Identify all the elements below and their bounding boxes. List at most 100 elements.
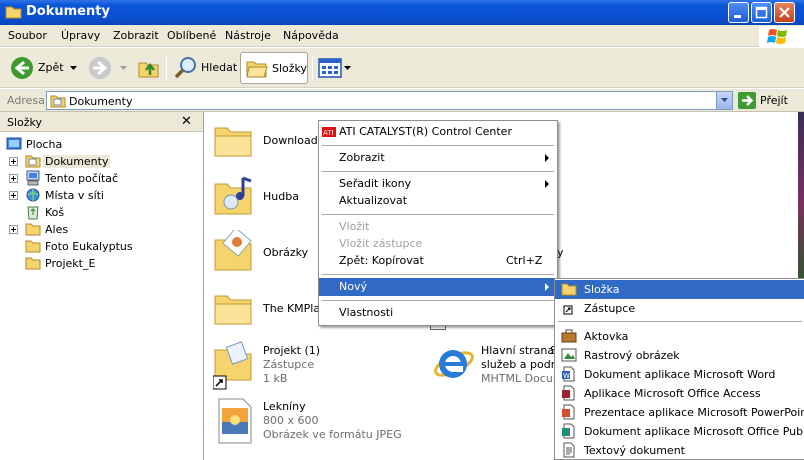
word-document-icon: W xyxy=(562,366,575,382)
tree-item-ales[interactable]: Ales xyxy=(9,221,199,238)
file-item-lekniny[interactable]: Lekníny 800 x 600 Obrázek ve formátu JPE… xyxy=(213,398,453,448)
expand-icon[interactable] xyxy=(9,157,18,166)
menu-item-ati[interactable]: ATI ATI CATALYST(R) Control Center xyxy=(319,123,557,141)
submenu-item-powerpoint[interactable]: Prezentace aplikace Microsoft PowerPoint xyxy=(555,403,804,422)
svg-text:ATI: ATI xyxy=(323,129,334,137)
search-label: Hledat xyxy=(201,61,238,74)
go-button[interactable]: Přejít xyxy=(738,91,800,110)
file-item-hudba[interactable]: Hudba xyxy=(213,174,323,220)
tree-item-tento-pocitac[interactable]: Tento počítač xyxy=(9,170,199,187)
submenu-item-label: Dokument aplikace Microsoft Office Publi… xyxy=(584,425,804,438)
tree-item-kos[interactable]: Koš xyxy=(25,204,195,221)
folder-icon xyxy=(25,223,41,236)
music-folder-icon xyxy=(214,176,252,215)
folders-pane-header: Složky ✕ xyxy=(0,112,203,132)
menu-item-aktualizovat[interactable]: Aktualizovat xyxy=(319,192,557,210)
search-button[interactable]: Hledat xyxy=(172,52,238,84)
folder-icon xyxy=(561,283,577,296)
views-icon xyxy=(318,58,342,78)
tree-item-label: Foto Eukalyptus xyxy=(45,240,133,253)
tree-item-label: Ales xyxy=(45,223,69,236)
menu-item-label: ATI CATALYST(R) Control Center xyxy=(339,125,512,138)
tree-item-label: Místa v síti xyxy=(45,189,104,202)
submenu-item-access[interactable]: Aplikace Microsoft Office Access xyxy=(555,384,804,403)
tree-item-label: Projekt_E xyxy=(45,257,96,270)
folder-icon xyxy=(214,295,252,325)
submenu-item-publisher[interactable]: Dokument aplikace Microsoft Office Publi… xyxy=(555,422,804,441)
ati-icon: ATI xyxy=(322,127,336,137)
submenu-item-textovy-dokument[interactable]: Textový dokument xyxy=(555,441,804,460)
submenu-item-word[interactable]: W Dokument aplikace Microsoft Word xyxy=(555,365,804,384)
menu-separator xyxy=(322,300,554,301)
tree-item-label: Plocha xyxy=(26,138,63,151)
menu-separator xyxy=(322,171,554,172)
tree-item-plocha[interactable]: Plocha xyxy=(6,136,196,153)
expand-icon[interactable] xyxy=(9,191,18,200)
submenu-item-slozka[interactable]: Složka xyxy=(555,280,804,299)
tree-item-projekt-e[interactable]: Projekt_E xyxy=(25,255,195,272)
text-document-icon xyxy=(563,442,575,458)
documents-folder-icon xyxy=(25,155,41,168)
file-name: Downloads xyxy=(263,134,324,147)
chevron-down-icon[interactable] xyxy=(70,66,77,71)
close-icon xyxy=(779,7,790,18)
menu-upravy[interactable]: Úpravy xyxy=(61,29,100,42)
minimize-button[interactable] xyxy=(728,2,749,23)
documents-folder-icon xyxy=(50,95,66,108)
up-folder-button[interactable] xyxy=(136,52,162,84)
menu-nastroje[interactable]: Nástroje xyxy=(225,29,271,42)
pictures-folder-icon xyxy=(214,230,252,271)
submenu-item-rastrovy-obrazek[interactable]: Rastrový obrázek xyxy=(555,346,804,365)
file-item-kmplayer[interactable]: The KMPlay xyxy=(213,288,327,332)
menu-item-vlastnosti[interactable]: Vlastnosti xyxy=(319,304,557,322)
menu-soubor[interactable]: Soubor xyxy=(8,29,47,42)
views-button[interactable] xyxy=(318,52,352,84)
menu-napoveda[interactable]: Nápověda xyxy=(283,29,339,42)
tree-item-label: Dokumenty xyxy=(43,155,111,168)
window-title: Dokumenty xyxy=(26,4,110,19)
shortcut-icon xyxy=(563,305,573,315)
file-item-projekt-shortcut[interactable]: Projekt (1) Zástupce 1 kB xyxy=(213,340,403,392)
menu-item-vlozit[interactable]: Vložit xyxy=(319,218,557,236)
menu-separator xyxy=(558,321,802,322)
file-name: Lekníny xyxy=(263,400,306,413)
tree-item-dokumenty[interactable]: Dokumenty xyxy=(9,153,199,170)
address-dropdown-button[interactable] xyxy=(716,92,732,109)
file-item-downloads[interactable]: Downloads xyxy=(213,120,323,164)
minimize-icon xyxy=(734,15,741,18)
file-name-line1: Hlavní strana xyxy=(481,344,555,357)
back-label: Zpět xyxy=(38,61,64,74)
shortcut-folder-icon xyxy=(213,341,252,390)
menu-item-label: Vlastnosti xyxy=(339,306,394,319)
menu-item-zpet-kopirovat[interactable]: Zpět: Kopírovat Ctrl+Z xyxy=(319,252,557,270)
menu-separator xyxy=(322,214,554,215)
tree-item-foto-eukalyptus[interactable]: Foto Eukalyptus xyxy=(25,238,195,255)
menu-item-vlozit-zastupce[interactable]: Vložit zástupce xyxy=(319,235,557,253)
close-icon[interactable]: ✕ xyxy=(181,114,192,129)
submenu-item-aktovka[interactable]: Aktovka xyxy=(555,327,804,346)
image-file-icon xyxy=(218,398,252,444)
back-button[interactable]: Zpět xyxy=(8,52,80,84)
tree-item-mista-v-siti[interactable]: Místa v síti xyxy=(9,187,199,204)
expand-icon[interactable] xyxy=(9,174,18,183)
expand-icon[interactable] xyxy=(9,225,18,234)
menu-zobrazit[interactable]: Zobrazit xyxy=(113,29,159,42)
menu-item-zobrazit[interactable]: Zobrazit xyxy=(319,149,557,167)
address-bar: Adresa Dokumenty Přejít xyxy=(0,89,804,112)
maximize-button[interactable] xyxy=(751,2,772,23)
submenu-item-zastupce[interactable]: Zástupce xyxy=(555,299,804,318)
folders-pane-title: Složky xyxy=(7,116,43,129)
address-input[interactable]: Dokumenty xyxy=(46,91,733,110)
file-name: Projekt (1) xyxy=(263,344,321,357)
menu-oblibene[interactable]: Oblíbené xyxy=(167,29,216,42)
menu-item-seradit-ikony[interactable]: Seřadit ikony xyxy=(319,175,557,193)
forward-button[interactable] xyxy=(88,52,128,84)
file-item-obrazky[interactable]: Obrázky xyxy=(213,230,323,276)
close-button[interactable] xyxy=(774,2,795,23)
folders-button[interactable]: Složky xyxy=(240,52,308,84)
windows-flag-icon xyxy=(767,29,787,44)
go-label: Přejít xyxy=(760,94,788,107)
submenu-item-label: Dokument aplikace Microsoft Word xyxy=(584,368,776,381)
menu-item-novy[interactable]: Nový xyxy=(319,278,557,296)
go-arrow-icon xyxy=(738,92,756,109)
